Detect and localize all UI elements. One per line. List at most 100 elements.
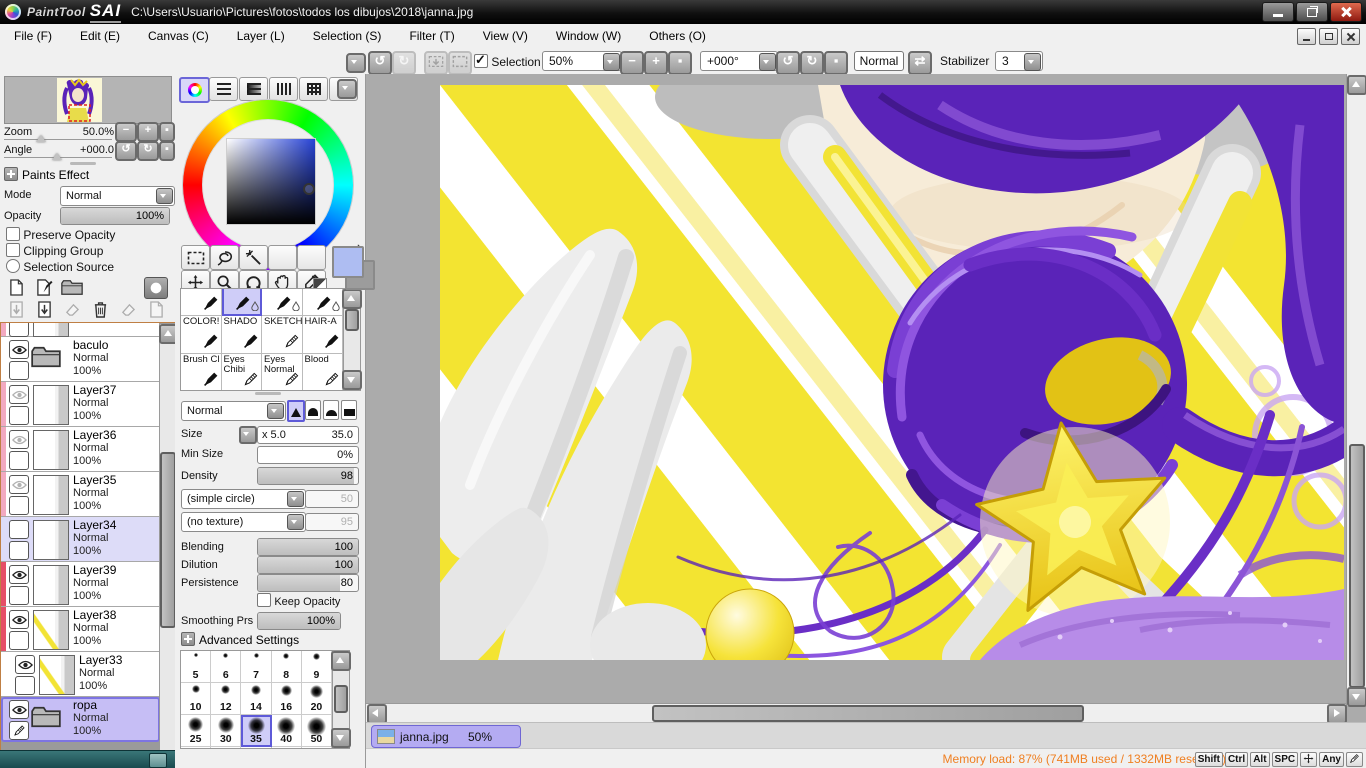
brush-olwati[interactable]: OLWATI [181, 289, 222, 316]
menu-layer[interactable]: Layer (L) [223, 29, 299, 43]
layer-visibility-toggle[interactable] [9, 520, 29, 539]
brush-blur[interactable]: BLUR [221, 289, 262, 316]
panel-divider-grip[interactable] [70, 162, 96, 165]
brush-scroll-down[interactable] [342, 370, 362, 390]
selection-source-radio[interactable]: Selection Source [6, 259, 114, 274]
layer-visibility-toggle[interactable] [9, 610, 29, 629]
nav-zoom-out-button[interactable]: − [115, 122, 137, 142]
dilution-slider[interactable]: 100 [257, 556, 359, 574]
layer-paint-indicator[interactable] [9, 721, 29, 740]
selection-checkbox[interactable]: Selection [474, 52, 541, 69]
sv-marker[interactable] [303, 183, 315, 195]
brush-eyes-normal[interactable]: Eyes Normal [262, 354, 303, 390]
title-bar[interactable]: PaintTool SAI C:\Users\Usuario\Pictures\… [0, 0, 1366, 24]
nav-rotate-reset-button[interactable]: ▪ [159, 141, 175, 161]
brush-whair[interactable]: W.hair [302, 289, 343, 316]
size-unit-dropdown[interactable] [239, 426, 257, 444]
size-50[interactable]: 50 [301, 715, 332, 747]
size-field[interactable]: x 5.0 35.0 [257, 426, 359, 444]
brush-panel-grip[interactable] [255, 392, 281, 395]
opacity-slider[interactable]: 100% [60, 207, 170, 225]
tool-empty-2[interactable] [297, 245, 326, 270]
merge-down-button[interactable] [32, 299, 56, 319]
size-5[interactable]: 5 [181, 651, 212, 683]
layer-row-33[interactable]: Layer33 Normal 100% [1, 652, 160, 697]
paint-transfer-button[interactable] [116, 299, 140, 319]
size-25[interactable]: 25 [181, 715, 212, 747]
zoom-in-button[interactable]: + [644, 51, 668, 75]
stabilizer-dropdown-caret[interactable] [1024, 53, 1041, 71]
brush-brush-cl[interactable]: Brush Cl [181, 354, 222, 390]
brush-edge-soft[interactable] [323, 400, 339, 420]
paint-add-button[interactable] [144, 299, 168, 319]
layer-row-baculo[interactable]: baculo Normal 100% [1, 337, 160, 382]
layer-mode-dropdown[interactable]: Normal [60, 186, 175, 206]
canvas-hscroll-thumb[interactable] [652, 705, 1084, 722]
delete-layer-button[interactable] [88, 299, 112, 319]
persistence-slider[interactable]: 80 [257, 574, 359, 592]
menu-file[interactable]: File (F) [0, 29, 66, 43]
rotate-ccw-button[interactable]: ↺ [776, 51, 800, 75]
menu-filter[interactable]: Filter (T) [395, 29, 468, 43]
nav-rotate-ccw-button[interactable]: ↺ [115, 141, 137, 161]
doc-close-button[interactable] [1341, 28, 1360, 45]
menu-view[interactable]: View (V) [469, 29, 542, 43]
zoom-dropdown[interactable]: 50% [542, 51, 622, 71]
layer-row-partial[interactable]: 100% [1, 323, 160, 337]
zoom-out-button[interactable]: − [620, 51, 644, 75]
stabilizer-dropdown[interactable]: 3 [995, 51, 1043, 71]
layer-row-ropa[interactable]: ropa Normal 100% [1, 697, 160, 742]
layer-mode-caret[interactable] [156, 188, 173, 204]
color-panel-menu-button[interactable] [337, 79, 357, 99]
size-10[interactable]: 10 [181, 683, 212, 715]
brush-texture-caret[interactable] [287, 514, 304, 530]
layer-visibility-toggle[interactable] [9, 385, 29, 404]
tab-color-wheel[interactable] [179, 77, 210, 103]
size-20[interactable]: 20 [301, 683, 332, 715]
size-scroll-thumb[interactable] [334, 685, 348, 713]
brush-shadow[interactable]: SHADO [221, 316, 262, 354]
expand-plus-icon[interactable] [4, 167, 18, 181]
layer-visibility-toggle[interactable] [9, 565, 29, 584]
brush-eyes-chibi[interactable]: Eyes Chibi [221, 354, 262, 390]
size-6[interactable]: 6 [211, 651, 242, 683]
layer-row-37[interactable]: Layer37 Normal 100% [1, 382, 160, 427]
layer-visibility-toggle[interactable] [9, 340, 29, 359]
advanced-expand-icon[interactable] [181, 632, 195, 646]
brush-color[interactable]: COLOR! [181, 316, 222, 354]
paints-effect-header[interactable]: Paints Effect [4, 167, 89, 182]
new-linework-layer-button[interactable] [32, 277, 56, 297]
canvas-scroll-left[interactable] [367, 704, 387, 724]
canvas-vscroll-thumb[interactable] [1349, 444, 1365, 688]
angle-dropdown-caret[interactable] [759, 53, 776, 71]
angle-dropdown[interactable]: +000° [700, 51, 778, 71]
size-35[interactable]: 35 [241, 715, 272, 747]
clear-layer-button[interactable] [60, 299, 84, 319]
size-9[interactable]: 9 [301, 651, 332, 683]
clipping-group-checkbox[interactable]: Clipping Group [6, 243, 103, 258]
view-mode-button[interactable]: Normal [854, 51, 904, 71]
undo-button[interactable]: ↺ [368, 51, 392, 75]
texture-strength-slider[interactable]: 95 [305, 513, 359, 531]
preserve-opacity-checkbox[interactable]: Preserve Opacity [6, 227, 115, 242]
new-folder-button[interactable] [60, 277, 84, 297]
tool-lasso[interactable] [210, 245, 239, 270]
panel-collapse-button[interactable] [149, 753, 167, 768]
blending-slider[interactable]: 100 [257, 538, 359, 556]
size-40[interactable]: 40 [271, 715, 302, 747]
brush-texture-dropdown[interactable]: (no texture) [181, 512, 306, 532]
canvas-scroll-up[interactable] [1347, 75, 1366, 95]
canvas-scroll-right[interactable] [1327, 704, 1347, 724]
layer-visibility-toggle[interactable] [15, 655, 35, 674]
preserve-opacity-box[interactable] [6, 227, 20, 241]
menu-selection[interactable]: Selection (S) [299, 29, 396, 43]
brush-shape-caret[interactable] [287, 491, 304, 507]
canvas-viewport[interactable] [366, 74, 1346, 703]
keep-opacity-box[interactable] [257, 593, 271, 607]
layer-mask-button[interactable] [144, 277, 168, 299]
menu-canvas[interactable]: Canvas (C) [134, 29, 223, 43]
transfer-down-button[interactable] [4, 299, 28, 319]
tab-hsv-sliders[interactable] [239, 77, 268, 101]
size-palette-scrollbar[interactable] [331, 650, 351, 749]
brush-mode-caret[interactable] [267, 403, 284, 419]
